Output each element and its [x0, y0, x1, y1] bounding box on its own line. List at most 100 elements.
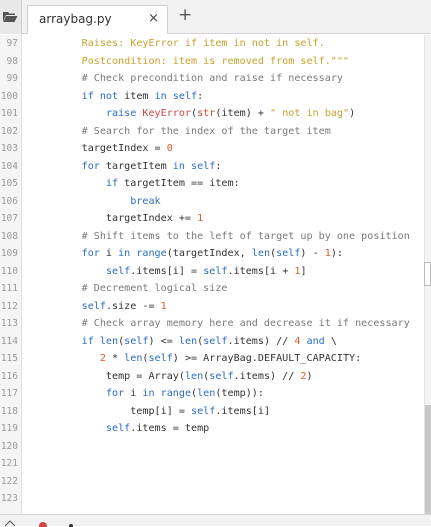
line-number: 115: [0, 353, 18, 364]
tab-title: arraybag.py: [39, 12, 112, 26]
line-number: 110: [0, 265, 18, 277]
code-token: range: [160, 388, 192, 399]
code-token: self: [81, 300, 106, 312]
code-line[interactable]: 103 targetIndex = 0: [0, 140, 424, 158]
code-token: raise: [105, 108, 137, 119]
code-line[interactable]: 98 Postcondition: item is removed from s…: [0, 53, 424, 71]
code-line[interactable]: 102 # Search for the index of the target…: [0, 123, 424, 141]
code-line[interactable]: 111 # Decrement logical size: [0, 280, 424, 298]
tab-bar: arraybag.py × +: [0, 0, 431, 34]
code-line[interactable]: 123: [0, 490, 424, 508]
code-token: for: [81, 248, 100, 259]
code-line[interactable]: 100 if not item in self:: [0, 88, 424, 106]
code-token: # Shift items to the left of target up b…: [81, 230, 410, 242]
code-line[interactable]: 109 for i in range(targetIndex, len(self…: [0, 245, 424, 263]
code-line[interactable]: 104 for targetItem in self:: [0, 158, 424, 176]
line-number: 112: [0, 300, 18, 312]
code-line[interactable]: 121: [0, 455, 424, 473]
code-line[interactable]: 112 self.size -= 1: [0, 298, 424, 316]
code-token: targetIndex +=: [33, 213, 198, 224]
code-token: item: [118, 90, 155, 102]
open-files-button[interactable]: [0, 0, 22, 34]
code-text: Raises: KeyError if item in not in self.: [33, 35, 325, 53]
code-editor[interactable]: 97 Raises: KeyError if item in not in se…: [0, 35, 424, 514]
code-line[interactable]: 117 for i in range(len(temp)):: [0, 385, 424, 403]
line-number: 120: [0, 440, 18, 452]
code-token: KeyError: [142, 108, 192, 119]
code-line[interactable]: 115 2 * len(self) >= ArrayBag.DEFAULT_CA…: [0, 350, 424, 368]
code-line[interactable]: 108 # Shift items to the left of target …: [0, 228, 424, 246]
code-token: ) <=: [148, 335, 179, 347]
code-line[interactable]: 116 temp = Array(len(self.items) // 2): [0, 368, 424, 386]
code-text: # Check precondition and raise if necess…: [33, 70, 343, 88]
code-text: temp[i] = self.items[i]: [33, 403, 270, 421]
code-token: self: [276, 248, 301, 259]
tab-arraybag[interactable]: arraybag.py ×: [27, 5, 168, 34]
code-line[interactable]: 110 self.items[i] = self.items[i + 1]: [0, 263, 424, 281]
scroll-position-marker: [424, 262, 431, 286]
code-token: i: [124, 388, 143, 399]
close-icon[interactable]: ×: [148, 11, 159, 26]
code-line[interactable]: 114 if len(self) <= len(self.items) // 4…: [0, 333, 424, 351]
status-bar: [0, 514, 431, 527]
code-token: in: [118, 248, 131, 259]
code-token: break: [130, 195, 161, 207]
line-number: 100: [0, 90, 18, 102]
code-token: ): [306, 370, 313, 382]
code-token: self: [105, 423, 131, 434]
code-token: 1: [160, 300, 167, 312]
code-text: 2 * len(self) >= ArrayBag.DEFAULT_CAPACI…: [33, 350, 361, 368]
code-line[interactable]: 122: [0, 473, 424, 491]
line-number: 122: [0, 475, 18, 487]
line-number: 117: [0, 388, 18, 399]
code-token: (temp)):: [215, 388, 264, 399]
code-line[interactable]: 118 temp[i] = self.items[i]: [0, 403, 424, 421]
code-text: raise KeyError(str(item) + " not in bag"…: [33, 105, 355, 123]
code-token: 0: [166, 143, 173, 154]
code-line[interactable]: 101 raise KeyError(str(item) + " not in …: [0, 105, 424, 123]
code-token: .items[i +: [227, 265, 295, 277]
line-number: 107: [0, 213, 18, 224]
code-line[interactable]: 106 break: [0, 193, 424, 211]
code-line[interactable]: 107 targetIndex += 1: [0, 210, 424, 228]
code-token: Postcondition: item is removed from self…: [81, 55, 350, 67]
code-token: .size -=: [105, 300, 161, 312]
folder-open-icon: [3, 12, 18, 22]
code-token: :: [197, 90, 204, 102]
code-line[interactable]: 105 if targetItem == item:: [0, 175, 424, 193]
code-line[interactable]: 120: [0, 438, 424, 456]
scrollbar-thumb[interactable]: [425, 405, 431, 514]
line-number: 114: [0, 335, 18, 347]
code-line[interactable]: 97 Raises: KeyError if item in not in se…: [0, 35, 424, 53]
code-token: and: [306, 335, 325, 347]
code-token: .items[i] =: [130, 265, 204, 277]
code-token: \: [324, 335, 337, 347]
code-text: self.items[i] = self.items[i + 1]: [33, 263, 307, 281]
code-token: if: [81, 90, 94, 102]
line-number: 123: [0, 493, 18, 504]
code-token: " not in bag": [270, 108, 350, 119]
code-token: for: [81, 160, 100, 172]
line-number: 105: [0, 178, 18, 189]
code-token: targetItem == item:: [118, 178, 240, 189]
plus-icon[interactable]: +: [178, 5, 192, 25]
code-text: if len(self) <= len(self.items) // 4 and…: [33, 333, 337, 351]
code-token: str: [197, 108, 216, 119]
code-token: targetItem: [99, 160, 173, 172]
line-number: 98: [6, 55, 18, 67]
code-token: (item) +: [215, 108, 271, 119]
code-token: .items) //: [227, 335, 295, 347]
code-token: # Check precondition and raise if necess…: [81, 73, 343, 84]
line-number: 121: [0, 458, 18, 469]
line-number: 106: [0, 195, 18, 207]
code-line[interactable]: 119 self.items = temp: [0, 420, 424, 438]
code-line[interactable]: 99 # Check precondition and raise if nec…: [0, 70, 424, 88]
code-line[interactable]: 113 # Check array memory here and decrea…: [0, 315, 424, 333]
code-text: for i in range(len(temp)):: [33, 385, 264, 403]
